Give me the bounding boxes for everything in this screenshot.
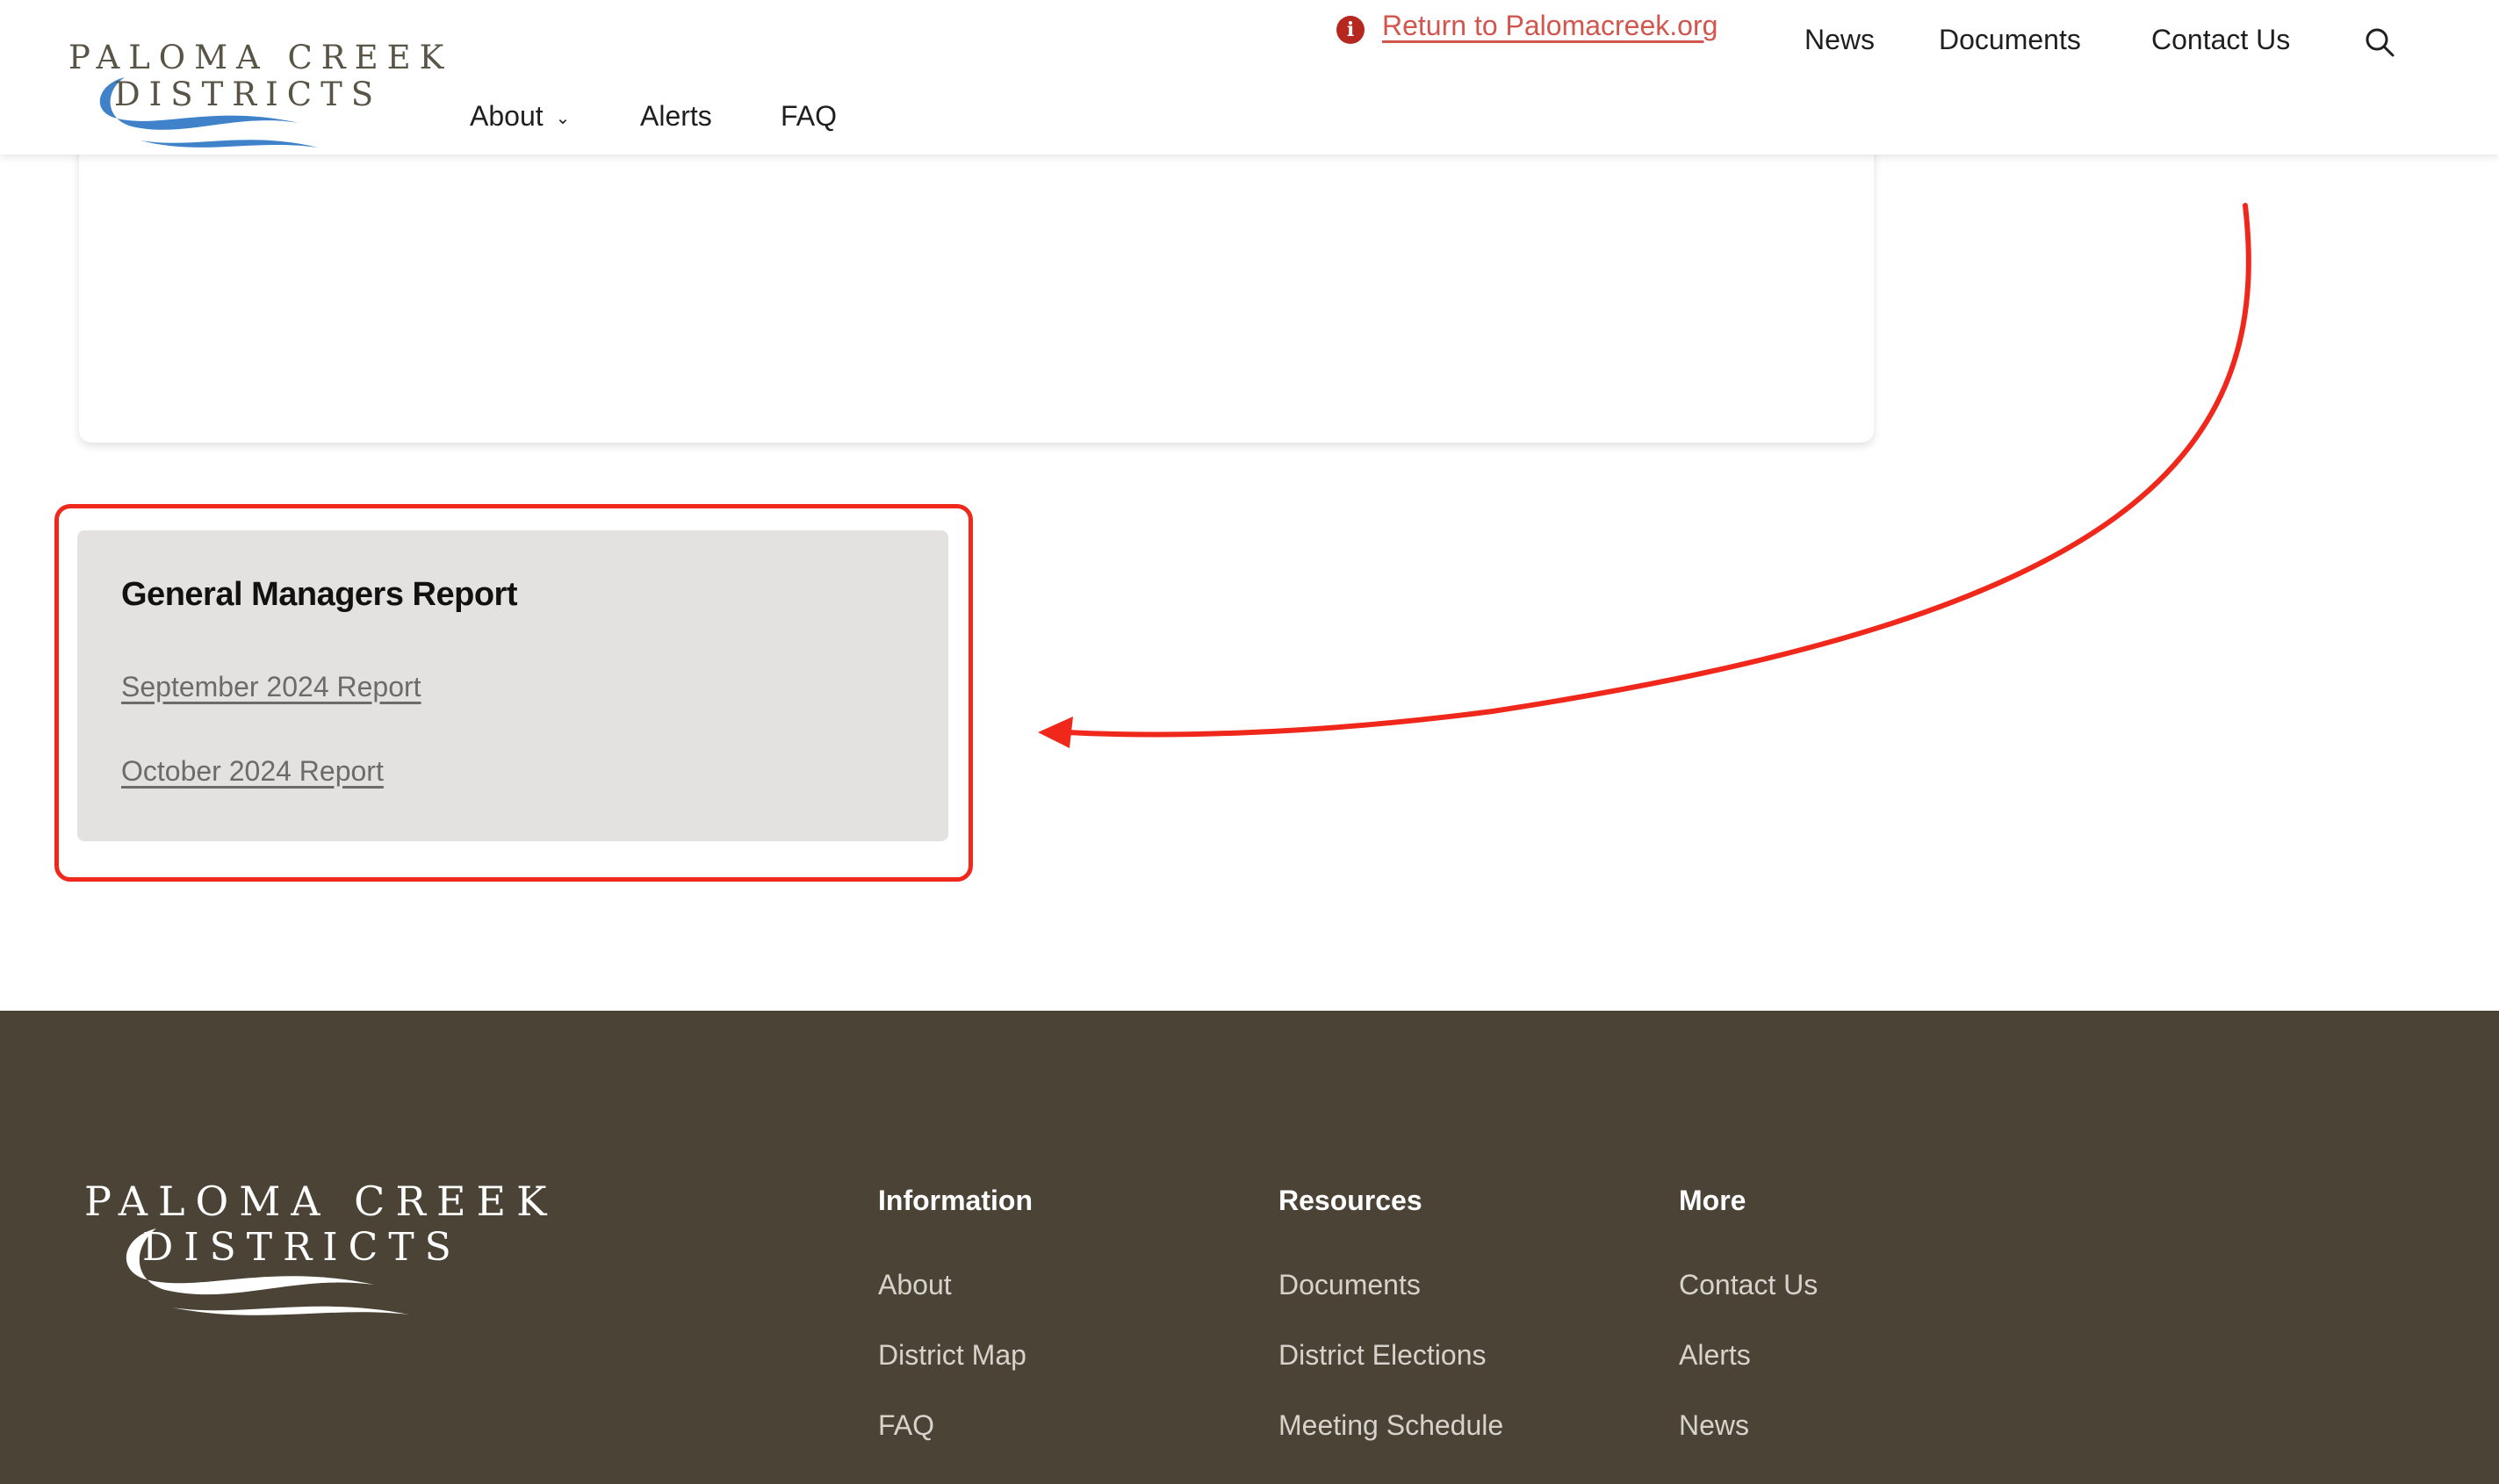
site-logo[interactable]: PALOMA CREEK DISTRICTS: [61, 33, 443, 156]
site-footer: PALOMA CREEK DISTRICTS Information About…: [0, 1011, 2499, 1484]
search-icon[interactable]: [2364, 26, 2395, 58]
footer-link-about[interactable]: About: [878, 1269, 952, 1301]
logo-text-line2: DISTRICTS: [114, 76, 383, 113]
nav-contact-us[interactable]: Contact Us: [2151, 24, 2290, 56]
footer-link-faq[interactable]: FAQ: [878, 1409, 934, 1442]
nav-about-label: About: [470, 100, 544, 132]
footer-link-district-elections[interactable]: District Elections: [1278, 1339, 1487, 1372]
footer-logo[interactable]: PALOMA CREEK DISTRICTS: [84, 1178, 547, 1318]
footer-link-contact-us[interactable]: Contact Us: [1679, 1269, 1818, 1301]
info-icon: i: [1336, 16, 1365, 44]
footer-heading-information: Information: [878, 1185, 1033, 1216]
nav-alerts[interactable]: Alerts: [640, 100, 712, 133]
nav-about[interactable]: About ⌄: [470, 100, 570, 133]
footer-link-meeting-schedule[interactable]: Meeting Schedule: [1278, 1409, 1503, 1442]
footer-logo-text-line1: PALOMA CREEK: [84, 1178, 558, 1225]
chevron-down-icon: ⌄: [555, 109, 571, 129]
footer-link-news[interactable]: News: [1679, 1409, 1749, 1442]
alert-banner: i Return to Palomacreek.org: [1336, 7, 1718, 44]
nav-news[interactable]: News: [1804, 24, 1875, 56]
footer-link-documents[interactable]: Documents: [1278, 1269, 1421, 1301]
nav-documents[interactable]: Documents: [1939, 24, 2081, 56]
footer-logo-text-line2: DISTRICTS: [142, 1225, 462, 1270]
return-to-palomacreek-link[interactable]: Return to Palomacreek.org: [1382, 10, 1718, 42]
footer-link-alerts[interactable]: Alerts: [1679, 1339, 1751, 1372]
footer-heading-more: More: [1679, 1185, 1746, 1216]
footer-link-district-map[interactable]: District Map: [878, 1339, 1026, 1372]
footer-heading-resources: Resources: [1278, 1185, 1422, 1216]
nav-faq[interactable]: FAQ: [781, 100, 837, 133]
site-header: PALOMA CREEK DISTRICTS i Return to Palom…: [0, 0, 2499, 155]
